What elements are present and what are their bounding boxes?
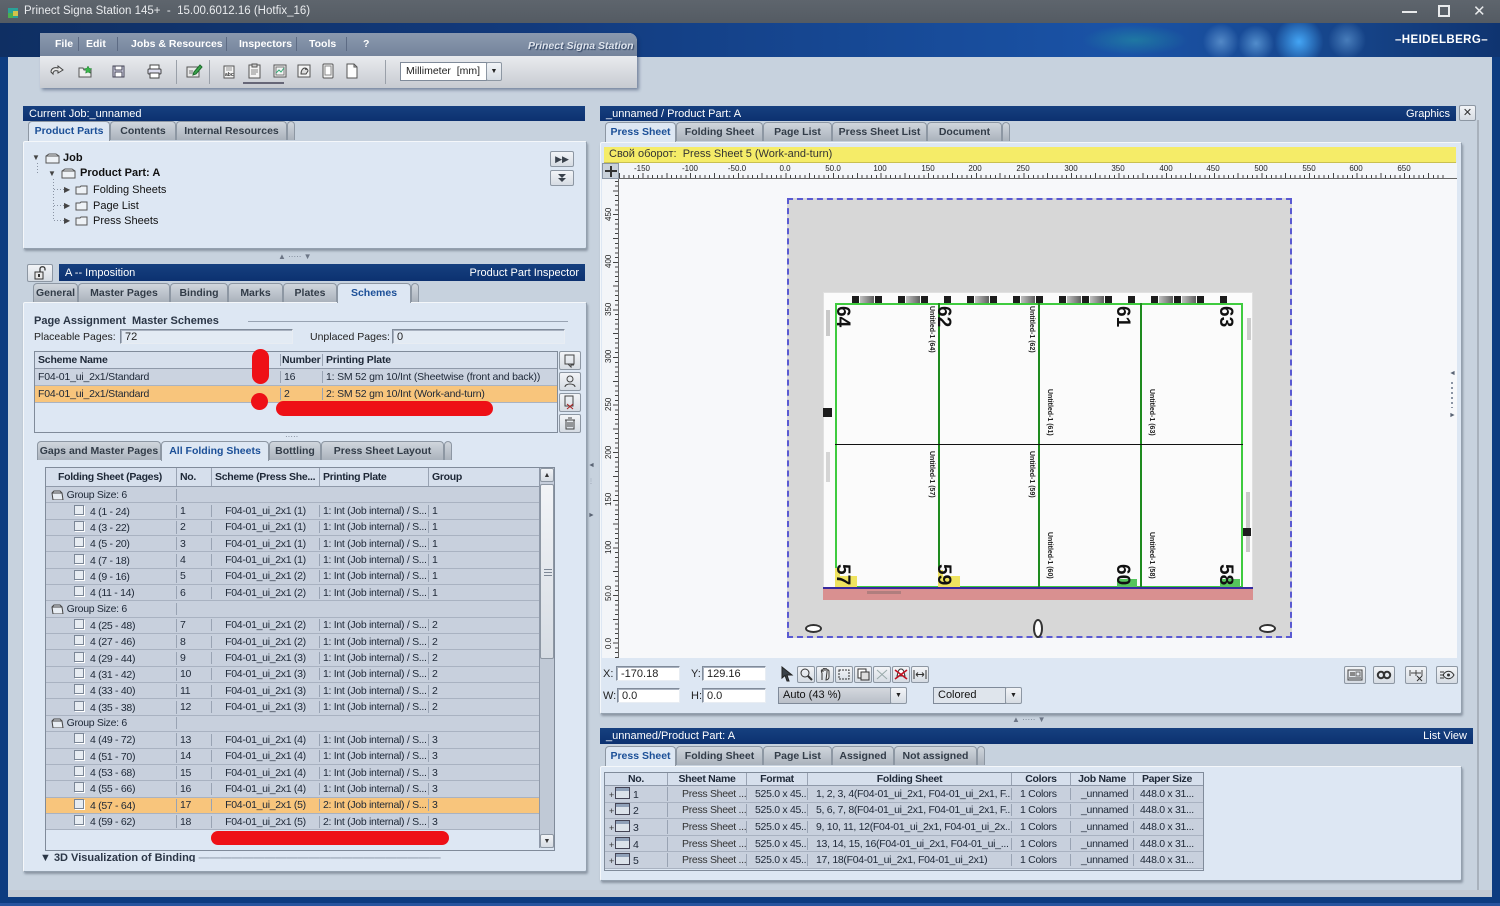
svg-text:abc: abc	[225, 72, 234, 78]
